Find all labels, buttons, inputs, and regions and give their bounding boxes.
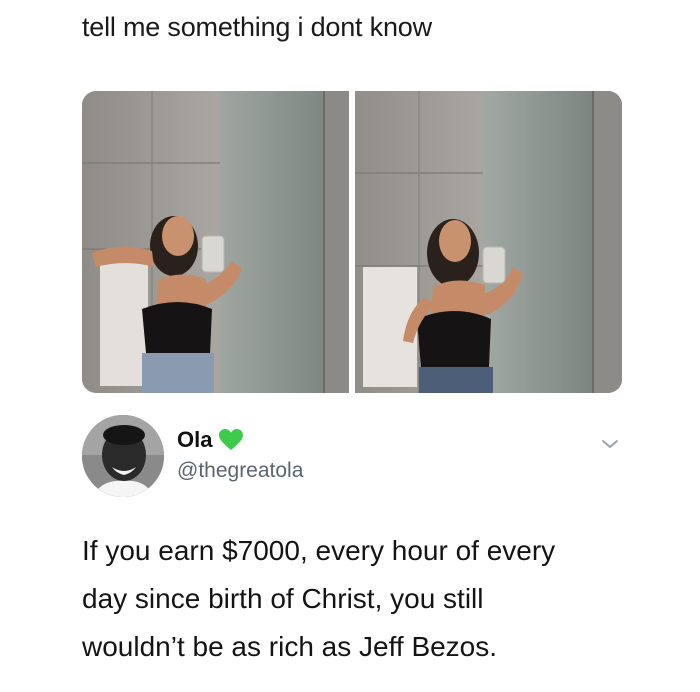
photo-left[interactable] [82, 91, 349, 393]
photo-right[interactable] [355, 91, 622, 393]
mirror-selfie-image [82, 91, 349, 393]
tweet-text: If you earn $7000, every hour of every d… [82, 527, 642, 671]
green-heart-icon [219, 429, 244, 450]
display-name-row: Ola [177, 427, 244, 453]
tweet-header: Ola @thegreatola [82, 415, 622, 499]
profile-photo [82, 415, 164, 497]
avatar[interactable] [82, 415, 164, 497]
tweet-text-line: day since birth of Christ, you still [82, 583, 484, 614]
photo-grid [82, 91, 622, 393]
tweet-text-line: If you earn $7000, every hour of every [82, 535, 556, 566]
display-name[interactable]: Ola [177, 427, 212, 453]
meme-caption: tell me something i dont know [82, 12, 432, 42]
mirror-selfie-image [355, 91, 622, 393]
tweet-text-line: wouldn’t be as rich as Jeff Bezos. [82, 631, 498, 662]
user-handle[interactable]: @thegreatola [177, 459, 303, 483]
chevron-down-icon[interactable] [600, 437, 620, 451]
